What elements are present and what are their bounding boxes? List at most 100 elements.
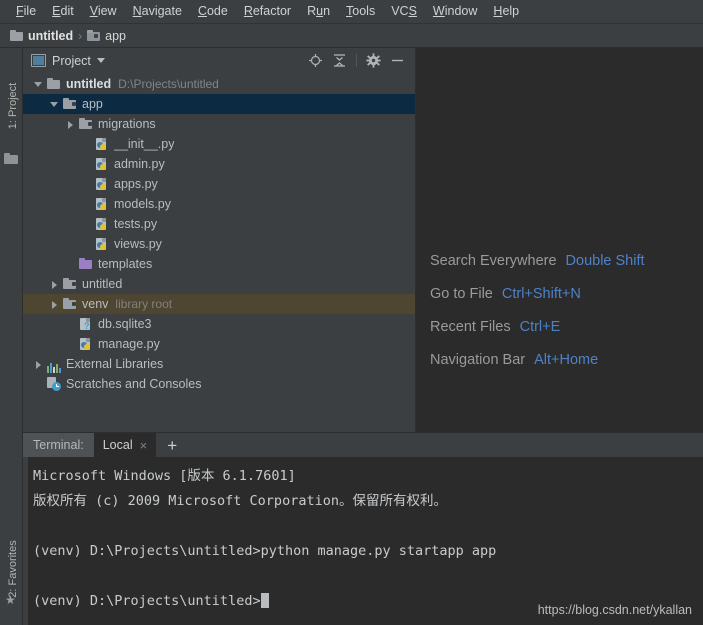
shortcut-key: Double Shift [565, 253, 645, 269]
chevron-right-icon[interactable] [49, 279, 60, 290]
tree-row[interactable]: untitled D:\Projects\untitled [23, 74, 415, 94]
folder-module-icon [79, 117, 93, 131]
project-tree[interactable]: untitled D:\Projects\untitled app migration… [23, 73, 415, 432]
locate-icon[interactable] [308, 53, 323, 68]
tree-row[interactable]: templates [23, 254, 415, 274]
toolbar-divider [356, 54, 357, 67]
tree-row-label: External Libraries [66, 357, 164, 371]
menu-item-refactor[interactable]: Refactor [236, 0, 299, 23]
folder-module-icon [63, 97, 77, 111]
star-icon[interactable]: ★ [5, 593, 16, 607]
tree-row[interactable]: tests.py [23, 214, 415, 234]
shortcut-hint: Navigation Bar Alt+Home [430, 352, 645, 368]
tree-row[interactable]: models.py [23, 194, 415, 214]
tree-row-hint: library root [115, 297, 173, 311]
folder-icon[interactable] [4, 153, 18, 164]
breadcrumb-item-untitled[interactable]: untitled [10, 29, 73, 43]
tree-row-label: tests.py [114, 217, 158, 231]
project-panel-header: Project [23, 48, 415, 73]
tree-row-label: venv [82, 297, 109, 311]
terminal-tab-bar: Terminal: Local × + [23, 433, 703, 457]
terminal-cursor [260, 593, 269, 608]
tree-row[interactable]: manage.py [23, 334, 415, 354]
terminal-label: Terminal: [23, 433, 94, 457]
tree-row[interactable]: migrations [23, 114, 415, 134]
tree-row-label: views.py [114, 237, 162, 251]
menu-item-help[interactable]: Help [485, 0, 527, 23]
python-file-icon [95, 177, 109, 191]
folder-module-icon [63, 277, 77, 291]
shortcut-action: Search Everywhere [430, 253, 557, 269]
menu-item-window[interactable]: Window [425, 0, 485, 23]
breadcrumb-label: app [105, 28, 126, 43]
tree-row[interactable]: app [23, 94, 415, 114]
gear-icon[interactable] [366, 53, 381, 68]
shortcut-key: Ctrl+E [519, 319, 561, 335]
editor-empty-area: Search Everywhere Double Shift Go to File C… [416, 48, 703, 432]
python-file-icon [95, 157, 109, 171]
pycharm-window: File Edit View Navigate Code Refactor Run Tools… [0, 0, 703, 625]
folder-icon [47, 77, 61, 91]
tree-row[interactable]: admin.py [23, 154, 415, 174]
shortcut-hint: Recent Files Ctrl+E [430, 319, 645, 335]
tree-row-label: models.py [114, 197, 171, 211]
terminal-tab-local[interactable]: Local × [93, 433, 157, 457]
close-icon[interactable]: × [140, 439, 148, 452]
database-file-icon: ? [79, 317, 93, 331]
menu-item-tools[interactable]: Tools [338, 0, 383, 23]
project-view-selector[interactable]: Project [31, 54, 105, 68]
menu-item-run[interactable]: Run [299, 0, 338, 23]
shortcut-hints: Search Everywhere Double Shift Go to File C… [430, 253, 645, 368]
tree-row[interactable]: views.py [23, 234, 415, 254]
tree-row[interactable]: ? db.sqlite3 [23, 314, 415, 334]
tree-row-label: apps.py [114, 177, 158, 191]
menu-item-vcs[interactable]: VCS [383, 0, 425, 23]
terminal-tool-window: Terminal: Local × + Microsoft Windows [版… [23, 432, 703, 625]
add-terminal-button[interactable]: + [156, 433, 188, 457]
tree-row[interactable]: venv library root [23, 294, 415, 314]
project-panel-toolbar [308, 53, 409, 68]
tree-row-label: manage.py [98, 337, 160, 351]
menu-item-file[interactable]: File [8, 0, 44, 23]
tree-row[interactable]: Scratches and Consoles [23, 374, 415, 394]
shortcut-action: Recent Files [430, 319, 511, 335]
terminal-output[interactable]: Microsoft Windows [版本 6.1.7601] 版权所有 (c) … [23, 457, 703, 625]
chevron-right-icon[interactable] [65, 119, 76, 130]
menu-item-navigate[interactable]: Navigate [125, 0, 190, 23]
tree-row[interactable]: __init__.py [23, 134, 415, 154]
tree-row-label: __init__.py [114, 137, 175, 151]
chevron-down-icon [96, 58, 105, 63]
menu-item-code[interactable]: Code [190, 0, 236, 23]
chevron-right-icon[interactable] [33, 359, 44, 370]
python-file-icon [95, 137, 109, 151]
shortcut-action: Go to File [430, 286, 493, 302]
menu-item-view[interactable]: View [82, 0, 125, 23]
breadcrumb-item-app[interactable]: app [87, 29, 126, 43]
tool-window-tab-project[interactable]: 1: Project [7, 66, 19, 146]
folder-icon [10, 30, 23, 41]
chevron-right-icon[interactable] [49, 299, 60, 310]
tree-row[interactable]: External Libraries [23, 354, 415, 374]
tool-window-tab-label: 1: Project [7, 82, 19, 130]
terminal-line: Microsoft Windows [版本 6.1.7601] [33, 468, 296, 484]
watermark: https://blog.csdn.net/ykallan [537, 603, 692, 617]
shortcut-key: Ctrl+Shift+N [501, 286, 581, 302]
tree-row[interactable]: untitled [23, 274, 415, 294]
collapse-all-icon[interactable] [332, 53, 347, 68]
minimize-icon[interactable] [390, 53, 405, 68]
menu-item-edit[interactable]: Edit [44, 0, 82, 23]
center-column: Project untitled D:\Projects\untitled ap… [23, 48, 703, 625]
python-file-icon [95, 217, 109, 231]
tree-row[interactable]: apps.py [23, 174, 415, 194]
tool-window-tab-label: 2: Favorites [7, 540, 19, 598]
chevron-down-icon[interactable] [49, 99, 60, 110]
chevron-down-icon[interactable] [33, 79, 44, 90]
tree-row-hint: D:\Projects\untitled [118, 77, 219, 91]
